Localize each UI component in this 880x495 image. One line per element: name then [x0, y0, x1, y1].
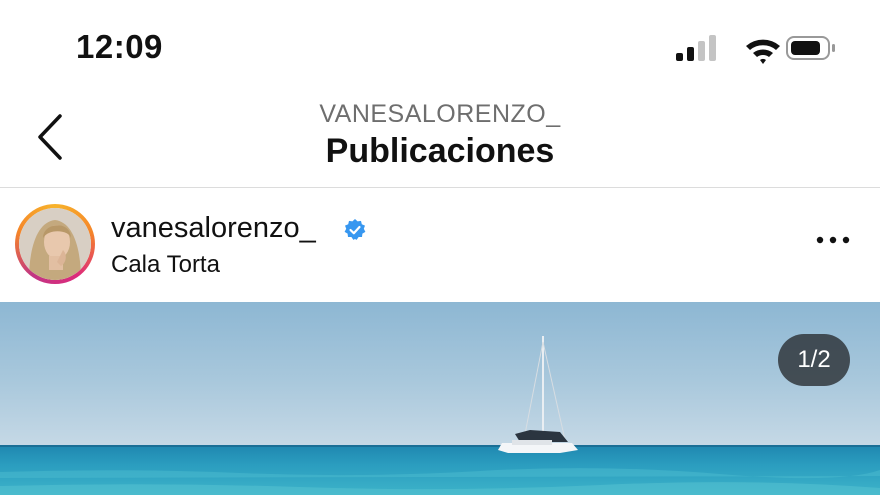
wifi-icon — [746, 39, 780, 64]
status-icons — [676, 34, 836, 64]
post-location[interactable]: Cala Torta — [111, 251, 220, 279]
nav-header: VANESALORENZO_ Publicaciones — [0, 92, 880, 187]
post-username[interactable]: vanesalorenzo_ — [111, 212, 316, 245]
more-horizontal-icon — [816, 236, 850, 244]
status-time: 12:09 — [76, 28, 163, 65]
cellular-signal-icon — [676, 35, 716, 61]
seascape-photo — [0, 302, 880, 495]
avatar[interactable] — [15, 204, 95, 284]
header-username: VANESALORENZO_ — [319, 100, 561, 128]
more-options-button[interactable] — [816, 232, 850, 248]
status-bar: 12:09 — [0, 0, 880, 92]
image-counter-badge: 1/2 — [778, 334, 850, 386]
post-header: vanesalorenzo_ Cala Torta — [0, 188, 880, 302]
avatar-image — [19, 208, 91, 280]
verified-badge-icon — [344, 219, 366, 240]
battery-icon — [786, 36, 835, 60]
page-title: Publicaciones — [325, 132, 555, 170]
post-image[interactable]: 1/2 — [0, 302, 880, 495]
